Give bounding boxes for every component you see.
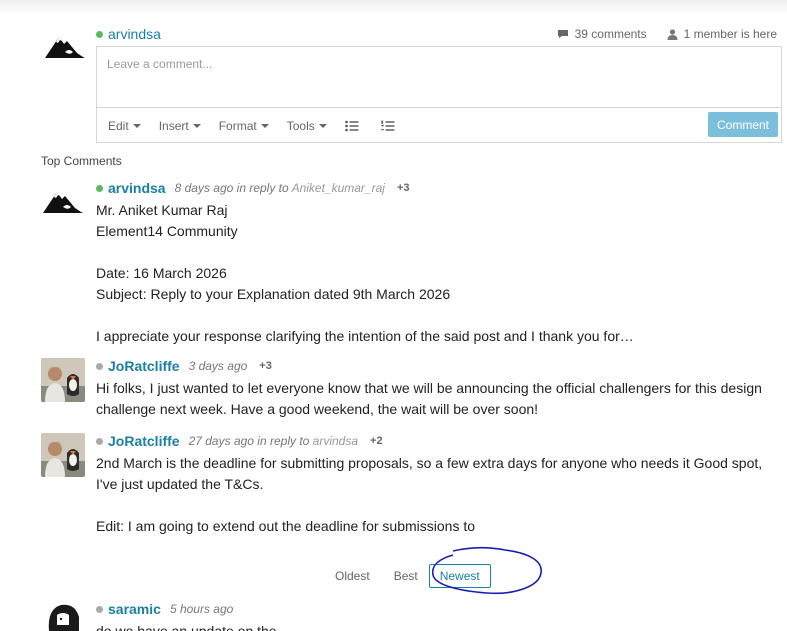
comment-score: +2 [370, 435, 383, 447]
format-menu[interactable]: Format [219, 119, 269, 133]
edit-menu[interactable]: Edit [108, 119, 141, 133]
top-comments-heading: Top Comments [41, 154, 122, 168]
reply-prefix: in reply to [253, 434, 313, 448]
bulleted-list-icon[interactable] [344, 120, 359, 132]
comment-author[interactable]: JoRatcliffe [108, 358, 180, 374]
offline-status-dot [96, 437, 103, 445]
current-user[interactable]: arvindsa [96, 26, 161, 42]
speech-bubble-icon [557, 29, 569, 39]
comment-text: 2nd March is the deadline for submitting… [96, 455, 763, 534]
comment-meta: 5 hours ago [170, 602, 233, 616]
reply-to-link[interactable]: Aniket_kumar_raj [292, 181, 385, 195]
tools-menu[interactable]: Tools [287, 119, 327, 133]
chevron-down-icon [132, 123, 141, 128]
comment-text: Hi folks, I just wanted to let everyone … [96, 380, 762, 417]
comment-time[interactable]: 27 days ago [189, 434, 254, 448]
chevron-down-icon [318, 123, 327, 128]
comment-editor: Leave a comment... Edit Insert Format To… [96, 46, 782, 143]
discussion-stats: 39 comments 1 member is here [557, 27, 777, 41]
comment-meta: 8 days ago in reply to Aniket_kumar_raj [175, 181, 385, 195]
comment-time[interactable]: 8 days ago [175, 181, 234, 195]
comment-score: +3 [259, 360, 272, 372]
insert-menu[interactable]: Insert [159, 119, 201, 133]
comment-author[interactable]: arvindsa [108, 180, 166, 196]
chevron-down-icon [192, 123, 201, 128]
sort-oldest[interactable]: Oldest [335, 569, 370, 583]
offline-status-dot [96, 605, 103, 613]
top-shadow [0, 0, 787, 14]
online-status-dot [96, 30, 103, 38]
person-icon [667, 28, 678, 40]
comment-text: Mr. Aniket Kumar Raj Element14 Community… [96, 202, 634, 344]
user-photo-avatar[interactable] [41, 433, 85, 477]
comment-meta: 3 days ago [189, 359, 248, 373]
comment-time[interactable]: 3 days ago [189, 359, 248, 373]
user-photo-avatar[interactable] [41, 358, 85, 402]
comment-submit-button[interactable]: Comment [708, 112, 778, 137]
chevron-down-icon [260, 123, 269, 128]
comment-text: do we have an update on the [96, 623, 277, 631]
mountain-avatar-icon[interactable] [41, 180, 85, 224]
comment-input[interactable]: Leave a comment... [97, 47, 781, 108]
numbered-list-icon[interactable] [381, 120, 395, 132]
offline-status-dot [96, 362, 103, 370]
comment-meta: 27 days ago in reply to arvindsa [189, 434, 358, 448]
members-here: 1 member is here [667, 27, 777, 41]
online-status-dot [96, 184, 103, 192]
comment-score: +3 [396, 182, 410, 194]
editor-toolbar: Edit Insert Format Tools Comment [97, 108, 781, 143]
members-here-label: 1 member is here [683, 27, 777, 41]
comments-count: 39 comments [557, 27, 647, 41]
comment-author[interactable]: JoRatcliffe [108, 433, 180, 449]
current-username[interactable]: arvindsa [108, 26, 161, 42]
annotation-circle [429, 531, 547, 604]
mountain-avatar-icon [43, 31, 87, 61]
comments-count-label: 39 comments [574, 27, 647, 41]
sort-best[interactable]: Best [394, 569, 418, 583]
comment-time[interactable]: 5 hours ago [170, 602, 233, 616]
user-avatar[interactable] [41, 601, 85, 631]
reply-to-link[interactable]: arvindsa [313, 434, 358, 448]
comment-author[interactable]: saramic [108, 601, 161, 617]
reply-prefix: in reply to [233, 181, 292, 195]
